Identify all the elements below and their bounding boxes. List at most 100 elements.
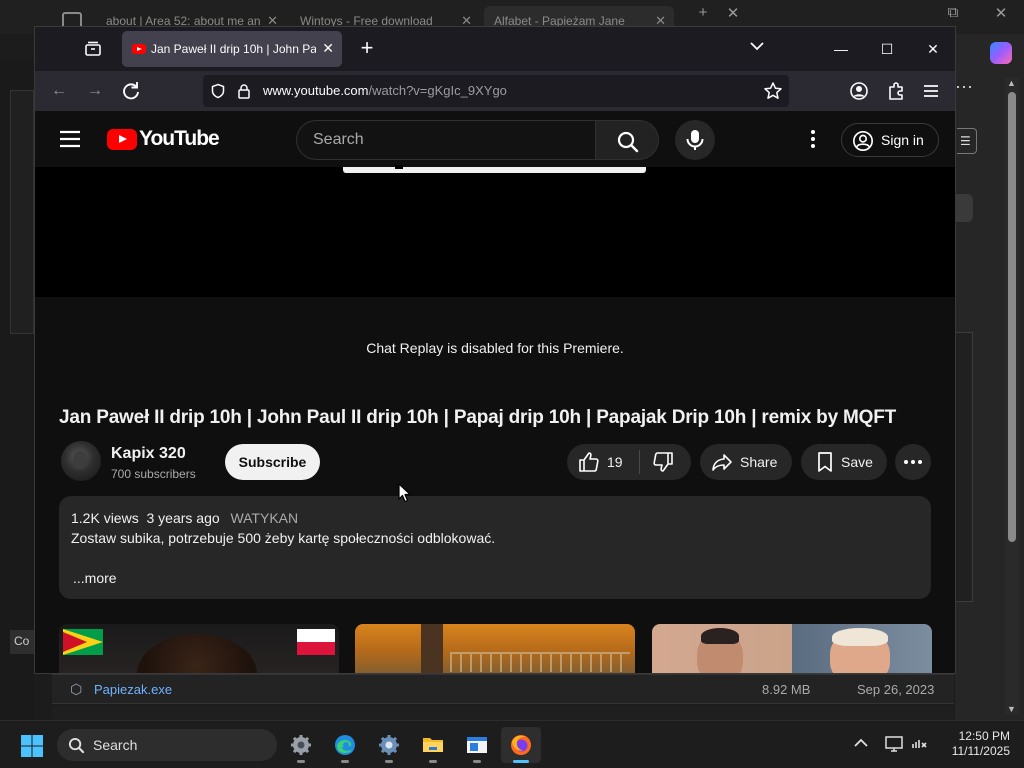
- download-file-row: [52, 706, 954, 720]
- player-top-bar: [343, 165, 646, 173]
- search-icon: [617, 131, 639, 153]
- running-indicator: [341, 760, 349, 763]
- video-title: Jan Paweł II drip 10h | John Paul II dri…: [59, 407, 897, 428]
- desktop: about | Area 52: about me an ✕ Wintoys -…: [0, 0, 1024, 720]
- scroll-down-icon[interactable]: ▼: [1007, 704, 1016, 714]
- new-tab-button[interactable]: +: [355, 36, 379, 60]
- running-indicator: [473, 760, 481, 763]
- menu-icon[interactable]: ☰: [957, 128, 977, 154]
- folder-icon: [423, 738, 443, 752]
- chat-replay-panel: Chat Replay is disabled for this Premier…: [35, 297, 955, 393]
- maximize-icon[interactable]: ☐: [864, 35, 910, 63]
- settings-gear-icon: [379, 735, 399, 755]
- chat-replay-message: Chat Replay is disabled for this Premier…: [366, 340, 624, 356]
- taskbar-app-notepad[interactable]: [457, 727, 497, 763]
- close-icon[interactable]: ✕: [710, 4, 756, 22]
- show-hidden-icons-icon[interactable]: [854, 738, 868, 748]
- related-video-thumbnail[interactable]: [652, 624, 932, 673]
- upload-age: 3 years ago: [146, 510, 220, 526]
- background-scrollbar[interactable]: ▲ ▼: [1005, 78, 1019, 714]
- back-icon[interactable]: ←: [47, 79, 71, 103]
- extensions-icon[interactable]: [884, 79, 908, 103]
- close-window-icon[interactable]: ✕: [910, 35, 955, 63]
- sign-in-button[interactable]: Sign in: [841, 123, 939, 157]
- taskbar-app-edge[interactable]: [325, 727, 365, 763]
- show-more-link[interactable]: ...more: [73, 570, 117, 586]
- edge-icon: [335, 735, 355, 755]
- tracking-protection-icon[interactable]: [210, 83, 226, 99]
- url-path: /watch?v=gKgIc_9XYgo: [368, 83, 507, 98]
- related-video-thumbnail[interactable]: [355, 624, 635, 673]
- clock-date: 11/11/2025: [951, 744, 1010, 758]
- description-text: Zostaw subika, potrzebuje 500 żeby kartę…: [71, 530, 496, 546]
- save-label: Save: [841, 454, 873, 470]
- thumbnail-fence: [450, 652, 630, 672]
- channel-name[interactable]: Kapix 320: [111, 445, 186, 463]
- like-dislike-group: 19: [567, 444, 691, 480]
- share-label: Share: [740, 454, 778, 470]
- download-file-row[interactable]: ⬡ Papiezak.exe 8.92 MB Sep 26, 2023: [52, 674, 954, 704]
- close-window-icon[interactable]: ✕: [978, 4, 1024, 22]
- voice-search-button[interactable]: [675, 120, 715, 160]
- display-icon[interactable]: [885, 735, 903, 753]
- firefox-window: Jan Paweł II drip 10h | John Paul ✕ + — …: [34, 26, 956, 674]
- settings-kebab-icon[interactable]: [801, 127, 825, 151]
- video-player[interactable]: [35, 165, 955, 297]
- package-icon: ⬡: [70, 681, 83, 697]
- channel-avatar[interactable]: [61, 441, 101, 481]
- share-icon: [712, 454, 732, 471]
- url-text[interactable]: www.youtube.com/watch?v=gKgIc_9XYgo: [263, 83, 507, 98]
- bookmark-icon: [818, 452, 832, 472]
- search-button[interactable]: [595, 120, 659, 160]
- taskbar-app-file-explorer[interactable]: [413, 727, 453, 763]
- hashtag-link[interactable]: WATYKAN: [230, 510, 298, 526]
- network-volume-icon[interactable]: [911, 735, 929, 753]
- firefox-icon: [511, 735, 531, 755]
- like-button[interactable]: [577, 450, 601, 474]
- restore-icon[interactable]: ⧉: [930, 4, 976, 21]
- like-count: 19: [607, 454, 623, 470]
- subscribe-button[interactable]: Subscribe: [225, 444, 320, 480]
- search-input[interactable]: [297, 121, 595, 159]
- forward-icon[interactable]: →: [83, 79, 107, 103]
- windows-start-icon[interactable]: [20, 734, 44, 758]
- running-indicator: [297, 760, 305, 763]
- related-video-thumbnail[interactable]: [59, 624, 339, 673]
- firefox-view-icon[interactable]: [83, 39, 103, 59]
- app-menu-icon[interactable]: [919, 79, 943, 103]
- gear-icon: [291, 735, 311, 755]
- search-box[interactable]: [296, 120, 596, 160]
- more-icon[interactable]: ···: [955, 76, 975, 97]
- save-button[interactable]: Save: [801, 444, 887, 480]
- list-all-tabs-icon[interactable]: [749, 38, 765, 54]
- close-tab-icon[interactable]: ✕: [322, 40, 334, 57]
- youtube-favicon-icon: [132, 44, 146, 54]
- minimize-icon[interactable]: —: [818, 35, 864, 63]
- firefox-tab-strip: Jan Paweł II drip 10h | John Paul ✕ + — …: [35, 27, 955, 71]
- taskbar-search-label: Search: [93, 737, 138, 753]
- bookmark-star-icon[interactable]: [763, 81, 783, 101]
- firefox-tab-active[interactable]: Jan Paweł II drip 10h | John Paul ✕: [122, 31, 342, 67]
- guide-menu-icon[interactable]: [59, 129, 81, 149]
- share-button[interactable]: Share: [700, 444, 792, 480]
- copilot-icon[interactable]: [990, 42, 1012, 64]
- running-indicator: [513, 760, 529, 763]
- url-bar[interactable]: www.youtube.com/watch?v=gKgIc_9XYgo: [203, 75, 789, 107]
- taskbar-app-settings[interactable]: [369, 727, 409, 763]
- taskbar-clock[interactable]: 12:50 PM 11/11/2025: [938, 729, 1010, 759]
- scrollbar-thumb[interactable]: [1008, 92, 1016, 542]
- more-horizontal-icon: [904, 460, 922, 464]
- description-box[interactable]: 1.2K views 3 years ago WATYKAN Zostaw su…: [59, 496, 931, 599]
- taskbar-app-settings-widget[interactable]: [281, 727, 321, 763]
- account-icon[interactable]: [847, 79, 871, 103]
- taskbar-app-firefox[interactable]: [501, 727, 541, 763]
- file-size: 8.92 MB: [762, 682, 811, 697]
- file-name-link[interactable]: Papiezak.exe: [94, 682, 172, 697]
- taskbar-search[interactable]: Search: [57, 729, 277, 761]
- poland-flag-icon: [297, 629, 335, 655]
- lock-icon[interactable]: [236, 83, 252, 99]
- reload-icon[interactable]: [119, 79, 143, 103]
- dislike-button[interactable]: [651, 450, 675, 474]
- more-actions-button[interactable]: [895, 444, 931, 480]
- scroll-up-icon[interactable]: ▲: [1007, 78, 1016, 88]
